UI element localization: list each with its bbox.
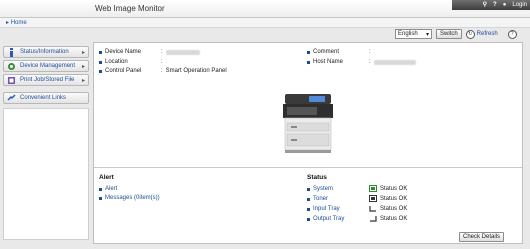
location-label: Location [105,59,128,65]
host-name-value-redacted [373,59,416,65]
colon: : [161,68,163,74]
user-icon[interactable]: ● [503,2,507,8]
status-input-tray-link[interactable]: Input Tray [307,206,340,212]
alert-link-label[interactable]: Alert [105,186,117,192]
breadcrumb-home[interactable]: ▸ Home [6,19,27,26]
status-value: Status OK [380,206,408,212]
comment-row: Comment : [307,49,371,55]
host-name-row: Host Name : [307,59,416,65]
messages-link-label[interactable]: Messages (0item(s)) [105,195,160,201]
switch-button[interactable]: Switch [436,29,462,39]
refresh-label: Refresh [476,31,498,37]
control-panel-row: Control Panel : Smart Operation Panel [99,68,227,74]
sidebar-item-device-management[interactable]: Device Management ▸ [3,60,89,72]
top-header: Web Image Monitor ⚲ ? ● Login [0,0,530,18]
bullet-icon [307,217,310,221]
sidebar-item-label: Convenient Links [20,95,67,101]
status-value: Status OK [380,186,408,192]
system-ok-icon [369,185,377,192]
help-icon[interactable]: ? [507,29,517,39]
chevron-right-icon: ▸ [81,50,85,56]
sidebar-item-status-information[interactable]: Status/Information ▸ [3,46,89,58]
language-select[interactable]: English ▾ [395,29,432,39]
status-system-link[interactable]: System [307,186,333,192]
search-icon[interactable]: ⚲ [483,2,487,8]
colon: : [161,49,163,55]
status-toner-link[interactable]: Toner [307,196,328,202]
print-job-icon [8,76,15,84]
bullet-icon [99,187,102,191]
section-divider [94,167,522,168]
messages-link[interactable]: Messages (0item(s)) [99,195,160,201]
sidebar-item-label: Print Job/Stored File [20,77,75,83]
bullet-icon [99,69,102,73]
control-panel-label: Control Panel [105,68,142,74]
status-label[interactable]: Toner [313,196,328,202]
header-toolbar: ⚲ ? ● Login [452,0,530,10]
chevron-down-icon: ▾ [425,31,429,38]
control-panel-value: Smart Operation Panel [165,68,227,74]
device-name-label: Device Name [105,49,142,55]
sidebar-panel [3,108,89,240]
status-output-tray-link[interactable]: Output Tray [307,216,344,222]
sidebar-item-label: Device Management [20,63,76,69]
output-tray-icon [370,216,377,222]
login-link[interactable]: Login [512,2,527,8]
host-name-label: Host Name [313,59,344,65]
bullet-icon [99,196,102,200]
colon: : [161,59,163,65]
sidebar-item-print-job[interactable]: Print Job/Stored File ▸ [3,74,89,86]
device-name-value-redacted [165,49,200,55]
input-tray-icon [369,206,376,212]
status-label[interactable]: System [313,186,333,192]
app-title: Web Image Monitor [95,4,165,13]
status-label[interactable]: Input Tray [313,206,340,212]
status-value: Status OK [380,216,408,222]
status-value: Status OK [380,196,408,202]
bullet-icon [99,60,102,64]
device-name-row: Device Name : [99,49,200,55]
status-title: Status [307,174,327,181]
sidebar: Status/Information ▸ Device Management ▸… [3,46,89,106]
refresh-button[interactable]: ↻ Refresh [465,29,498,39]
bullet-icon [307,187,310,191]
status-label[interactable]: Output Tray [313,216,344,222]
bullet-icon [307,50,310,54]
bullet-icon [99,50,102,54]
printer-image [283,94,333,153]
breadcrumb: ▸ Home [0,18,530,28]
info-icon [10,47,13,57]
alert-link[interactable]: Alert [99,186,117,192]
alert-title: Alert [99,174,114,181]
breadcrumb-home-label[interactable]: Home [11,20,27,26]
check-details-button[interactable]: Check Details [459,232,505,242]
language-toolbar: English ▾ Switch ↻ Refresh ? [395,29,517,39]
colon: : [369,49,371,55]
comment-label: Comment [313,49,340,55]
bullet-icon [307,197,310,201]
chevron-right-icon: ▸ [81,78,85,84]
bullet-icon [307,207,310,211]
location-row: Location : [99,59,163,65]
colon: : [369,59,371,65]
chevron-right-icon: ▸ [81,64,85,70]
refresh-icon: ↻ [465,29,475,39]
device-icon [8,62,15,70]
toner-icon [369,195,377,202]
links-icon [7,93,16,101]
sidebar-item-label: Status/Information [20,49,69,55]
sidebar-item-convenient-links[interactable]: Convenient Links [3,92,89,104]
bullet-icon [307,60,310,64]
language-value: English [398,31,418,37]
main-panel: Device Name : Location : Control Panel :… [93,42,523,244]
help-icon[interactable]: ? [493,2,497,8]
